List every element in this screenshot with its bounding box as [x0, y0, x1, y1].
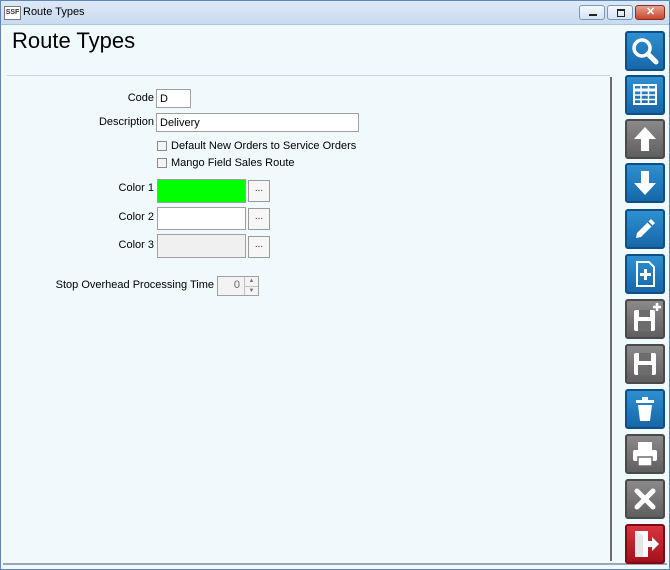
close-button[interactable]: ✕: [635, 5, 665, 20]
minimize-button[interactable]: [579, 5, 605, 20]
color2-browse-button[interactable]: ...: [248, 208, 270, 230]
close-icon: ✕: [646, 6, 656, 18]
cancel-button[interactable]: [625, 479, 665, 519]
bottom-divider: [3, 563, 667, 565]
description-field[interactable]: Delivery: [156, 113, 359, 132]
pencil-icon: [636, 219, 655, 238]
panel-divider: [610, 77, 612, 561]
search-icon: [632, 38, 659, 65]
page-title: Route Types: [12, 28, 136, 53]
service-orders-checkbox-label: Default New Orders to Service Orders: [171, 140, 357, 152]
color3-swatch[interactable]: [157, 234, 246, 258]
title-bar: SSF Route Types ✕: [1, 1, 669, 25]
new-button[interactable]: [625, 254, 665, 294]
color3-browse-button[interactable]: ...: [248, 236, 270, 258]
arrow-down-icon: [634, 171, 656, 195]
move-up-button[interactable]: [625, 119, 665, 159]
exit-button[interactable]: [625, 524, 665, 564]
app-window: SSF Route Types ✕ Route Types Code D Des…: [0, 0, 670, 570]
stop-overhead-label: Stop Overhead Processing Time: [55, 279, 214, 291]
close-x-icon: [634, 488, 656, 510]
code-field[interactable]: D: [156, 89, 191, 108]
color2-swatch[interactable]: [157, 207, 246, 230]
color3-label: Color 3: [118, 239, 154, 251]
stepper-down-icon[interactable]: ▼: [244, 286, 258, 295]
arrow-up-icon: [634, 127, 656, 151]
save-plus-icon: [634, 303, 661, 331]
mango-checkbox[interactable]: [157, 158, 167, 168]
code-label: Code: [127, 92, 154, 104]
printer-icon: [633, 442, 657, 467]
color1-browse-button[interactable]: ...: [248, 180, 270, 202]
search-button[interactable]: [625, 31, 665, 71]
mango-checkbox-label: Mango Field Sales Route: [171, 157, 295, 169]
save-new-button[interactable]: [625, 299, 665, 339]
edit-button[interactable]: [625, 209, 665, 249]
trash-icon: [636, 397, 654, 421]
stop-overhead-value: 0: [233, 279, 240, 291]
grid-button[interactable]: [625, 75, 665, 115]
app-icon: SSF: [4, 6, 21, 20]
stop-overhead-stepper[interactable]: 0 ▲ ▼: [217, 276, 259, 296]
color2-label: Color 2: [118, 211, 154, 223]
delete-button[interactable]: [625, 389, 665, 429]
grid-icon: [633, 84, 657, 105]
description-label: Description: [98, 116, 154, 128]
save-button[interactable]: [625, 344, 665, 384]
move-down-button[interactable]: [625, 163, 665, 203]
new-document-icon: [636, 261, 655, 287]
color1-swatch[interactable]: [157, 179, 246, 203]
print-button[interactable]: [625, 434, 665, 474]
exit-door-icon: [635, 531, 659, 557]
maximize-button[interactable]: [607, 5, 633, 20]
save-icon: [634, 353, 656, 375]
service-orders-checkbox[interactable]: [157, 141, 167, 151]
stepper-up-icon[interactable]: ▲: [244, 277, 258, 286]
window-title: Route Types: [23, 6, 85, 18]
header-divider: [7, 75, 610, 76]
color1-label: Color 1: [118, 182, 154, 194]
